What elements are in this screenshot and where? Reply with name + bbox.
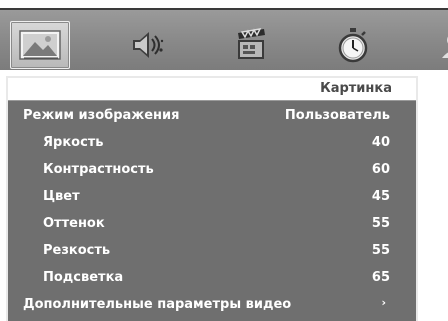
brightness-label: Яркость — [43, 135, 104, 150]
chevron-right-icon: › — [381, 296, 386, 309]
tint-row[interactable]: Оттенок 55 — [8, 212, 416, 236]
sharpness-row[interactable]: Резкость 55 — [8, 239, 416, 263]
backlight-value: 65 — [371, 270, 390, 285]
tab-timer[interactable] — [326, 22, 380, 68]
menu-header: Картинка — [8, 78, 416, 101]
color-row[interactable]: Цвет 45 — [8, 185, 416, 209]
color-label: Цвет — [43, 189, 80, 204]
contrast-value: 60 — [371, 162, 390, 177]
tint-label: Оттенок — [43, 216, 105, 231]
sharpness-label: Резкость — [43, 243, 111, 258]
color-value: 45 — [371, 189, 390, 204]
tab-picture[interactable] — [10, 21, 70, 69]
picture-mode-row[interactable]: Режим изображения Пользователь — [8, 104, 416, 128]
brightness-row[interactable]: Яркость 40 — [8, 131, 416, 155]
menu-title: Картинка — [320, 81, 392, 96]
contrast-row[interactable]: Контрастность 60 — [8, 158, 416, 182]
advanced-video-row[interactable]: Дополнительные параметры видео › — [8, 293, 416, 317]
stopwatch-icon — [338, 28, 368, 63]
tint-value: 55 — [371, 216, 390, 231]
tab-sound[interactable] — [120, 22, 174, 68]
speaker-icon — [133, 32, 164, 58]
sharpness-value: 55 — [371, 243, 390, 258]
brightness-value: 40 — [371, 135, 390, 150]
category-tab-bar — [0, 10, 448, 70]
advanced-video-label: Дополнительные параметры видео — [23, 297, 292, 312]
contrast-label: Контрастность — [43, 162, 154, 177]
tab-users[interactable] — [426, 22, 448, 68]
backlight-row[interactable]: Подсветка 65 — [8, 266, 416, 290]
backlight-label: Подсветка — [43, 270, 124, 285]
picture-mode-value: Пользователь — [284, 108, 390, 123]
clapperboard-icon — [238, 28, 265, 59]
tab-channels[interactable] — [223, 22, 277, 68]
tv-settings-screen: Картинка Режим изображения Пользователь … — [0, 0, 448, 321]
picture-mode-label: Режим изображения — [23, 108, 180, 123]
picture-icon — [19, 30, 61, 60]
user-icon — [442, 36, 448, 58]
picture-settings-menu: Картинка Режим изображения Пользователь … — [6, 76, 418, 321]
